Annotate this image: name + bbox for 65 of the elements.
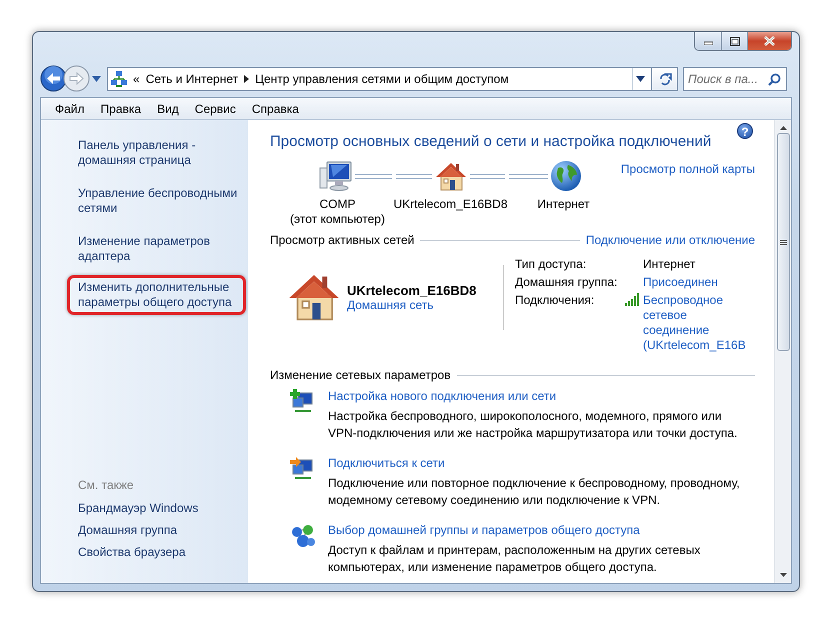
task-link[interactable]: Настройка нового подключения или сети: [328, 389, 748, 403]
scroll-up-icon: [780, 126, 786, 130]
menu-item[interactable]: Вид: [150, 102, 188, 116]
breadcrumb-item[interactable]: Центр управления сетями и общим доступом: [255, 72, 509, 86]
sidebar-link[interactable]: Панель управления - домашняя страница: [67, 133, 246, 173]
minimize-button[interactable]: [695, 32, 721, 50]
address-bar[interactable]: « Сеть и Интернет Центр управления сетями и общим доступом: [107, 66, 652, 90]
chevron-right-icon: [244, 74, 250, 82]
refresh-button[interactable]: [652, 66, 678, 90]
menu-item[interactable]: Справка: [244, 102, 308, 116]
dropdown-arrow-icon: [636, 76, 645, 82]
node-label: COMP: [320, 197, 356, 212]
refresh-icon: [658, 72, 672, 86]
task-link[interactable]: Подключиться к сети: [328, 456, 748, 470]
network-name: UKrtelecom_E16BD8: [347, 283, 476, 298]
menu-item[interactable]: Файл: [48, 102, 94, 116]
connection-link[interactable]: Беспроводное сетевое соединение (UKrtelecom_E16B: [643, 293, 743, 353]
close-icon: [764, 36, 775, 46]
network-icon: [111, 70, 127, 86]
sidebar-link[interactable]: Изменение параметров адаптера: [67, 229, 246, 269]
scrollbar-thumb[interactable]: [776, 133, 790, 351]
dropdown-arrow-icon: [92, 76, 101, 82]
property-link[interactable]: Присоединен: [643, 275, 718, 289]
maximize-icon: [730, 36, 740, 46]
scrollbar[interactable]: [774, 120, 791, 583]
breadcrumb-overflow[interactable]: «: [133, 72, 140, 86]
search-field[interactable]: Поиск в па...: [683, 66, 787, 90]
task-description: Подключение или повторное подключение к беспроводному, проводному, модемному сетевому соединению или подключение к VPN.: [328, 475, 741, 509]
page-title: Просмотр основных сведений о сети и настройка подключений: [270, 133, 712, 150]
property-label: Подключения:: [515, 293, 594, 307]
search-icon: [768, 72, 781, 86]
connect-disconnect-link[interactable]: Подключение или отключение: [586, 233, 755, 247]
task-description: Настройка беспроводного, широкополосного, модемного, прямого или VPN-подключения или же настройка маршрутизатора или точки доступа.: [328, 408, 738, 442]
back-button[interactable]: [40, 65, 67, 92]
scroll-down-icon: [780, 573, 786, 577]
see-also-link[interactable]: Домашняя группа: [67, 523, 246, 537]
see-also-heading: См. также: [77, 478, 135, 492]
grip-icon: [780, 240, 786, 244]
section-heading: Изменение сетевых параметров: [270, 368, 451, 382]
property-label: Тип доступа:: [515, 257, 586, 271]
sidebar-link[interactable]: Изменить дополнительные параметры общего доступа: [67, 275, 246, 315]
section-heading: Просмотр активных сетей: [270, 233, 414, 247]
maximize-button[interactable]: [721, 32, 747, 50]
close-button[interactable]: [747, 32, 791, 50]
see-also-link[interactable]: Свойства браузера: [67, 545, 246, 559]
homegroup-icon: [290, 523, 316, 549]
node-label: Интернет: [537, 197, 590, 212]
see-also-link[interactable]: Брандмауэр Windows: [67, 501, 246, 515]
menu-item[interactable]: Правка: [94, 102, 150, 116]
computer-icon: [318, 160, 352, 192]
node-label: UKrtelecom_E16BD8: [393, 197, 508, 212]
full-map-link[interactable]: Просмотр полной карты: [620, 162, 755, 176]
globe-icon: [550, 160, 582, 192]
property-value: Интернет: [643, 257, 696, 271]
sidebar-link[interactable]: Управление беспроводными сетями: [67, 181, 246, 221]
network-type-link[interactable]: Домашняя сеть: [347, 298, 476, 312]
house-icon: [434, 160, 468, 192]
forward-button[interactable]: [63, 65, 90, 92]
property-label: Домашняя группа:: [515, 275, 618, 289]
node-sublabel: (этот компьютер): [290, 212, 385, 227]
menu-item[interactable]: Сервис: [188, 102, 245, 116]
breadcrumb-item[interactable]: Сеть и Интернет: [146, 72, 238, 86]
signal-bars-icon: [625, 293, 640, 306]
task-link[interactable]: Выбор домашней группы и параметров общего доступа: [328, 523, 748, 537]
task-description: Доступ к файлам и принтерам, расположенным на других сетевых компьютерах, или изменение параметров общего доступа.: [328, 542, 702, 576]
